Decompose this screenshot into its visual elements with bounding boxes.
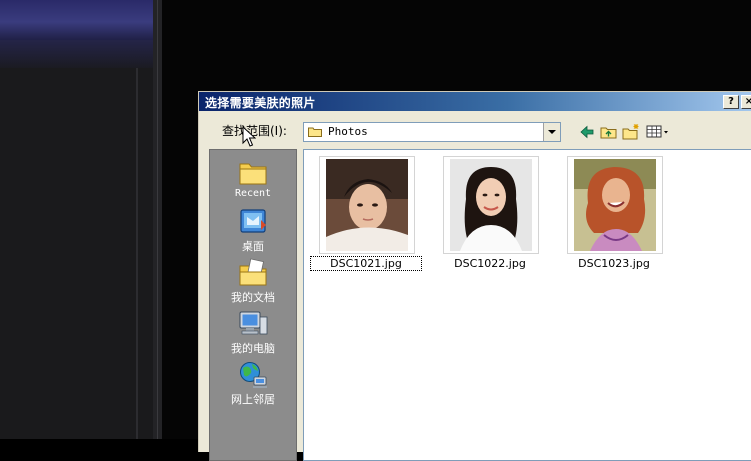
my-computer-icon [239, 311, 268, 335]
dialog-title: 选择需要美肤的照片 [205, 96, 316, 110]
dropdown-arrow-icon[interactable] [543, 123, 560, 141]
background-band [0, 40, 153, 68]
network-places-icon [240, 362, 267, 388]
place-desktop-label: 桌面 [242, 240, 264, 253]
look-in-value: Photos [328, 125, 368, 138]
file-name-dsc1023[interactable]: DSC1023.jpg [559, 257, 669, 270]
background-divider [136, 68, 138, 439]
background-banner [0, 0, 153, 40]
file-list[interactable]: DSC1021.jpg DSC1022.jpg DSC1023.jpg [303, 149, 751, 461]
background-strip-line [157, 0, 158, 439]
thumbnail-dsc1023[interactable] [567, 156, 663, 254]
place-desktop[interactable]: 桌面 [210, 207, 296, 254]
open-photo-dialog: 选择需要美肤的照片 ? × 查找范围(I): Photos Recent 桌面 … [198, 91, 751, 461]
close-button[interactable]: × [741, 95, 751, 109]
mouse-cursor-icon [242, 126, 256, 147]
folder-icon [308, 127, 322, 137]
my-documents-icon [239, 258, 267, 286]
place-my-documents[interactable]: 我的文档 [210, 258, 296, 305]
place-network[interactable]: 网上邻居 [210, 360, 296, 407]
place-my-computer[interactable]: 我的电脑 [210, 309, 296, 356]
place-recent[interactable]: Recent [210, 157, 296, 199]
thumbnail-dsc1022[interactable] [443, 156, 539, 254]
back-arrow-icon[interactable] [577, 123, 597, 141]
thumbnail-dsc1021[interactable] [319, 156, 415, 254]
places-bar: Recent 桌面 我的文档 我的电脑 网上邻居 [209, 149, 297, 461]
place-network-label: 网上邻居 [231, 393, 275, 406]
desktop-icon [240, 209, 266, 233]
place-my-documents-label: 我的文档 [231, 291, 275, 304]
new-folder-icon[interactable] [621, 123, 641, 141]
look-in-dropdown[interactable]: Photos [303, 122, 561, 142]
recent-folder-icon [239, 163, 267, 185]
photo-thumbnail-image [450, 159, 532, 251]
place-recent-label: Recent [234, 188, 272, 199]
dialog-titlebar[interactable]: 选择需要美肤的照片 ? × [199, 92, 751, 111]
view-menu-icon[interactable] [645, 123, 671, 141]
photo-thumbnail-image [574, 159, 656, 251]
photo-thumbnail-image [326, 159, 408, 251]
help-button[interactable]: ? [723, 95, 739, 109]
file-name-dsc1022[interactable]: DSC1022.jpg [435, 257, 545, 270]
up-folder-icon[interactable] [599, 123, 619, 141]
place-my-computer-label: 我的电脑 [231, 342, 275, 355]
file-name-dsc1021[interactable]: DSC1021.jpg [310, 256, 422, 271]
